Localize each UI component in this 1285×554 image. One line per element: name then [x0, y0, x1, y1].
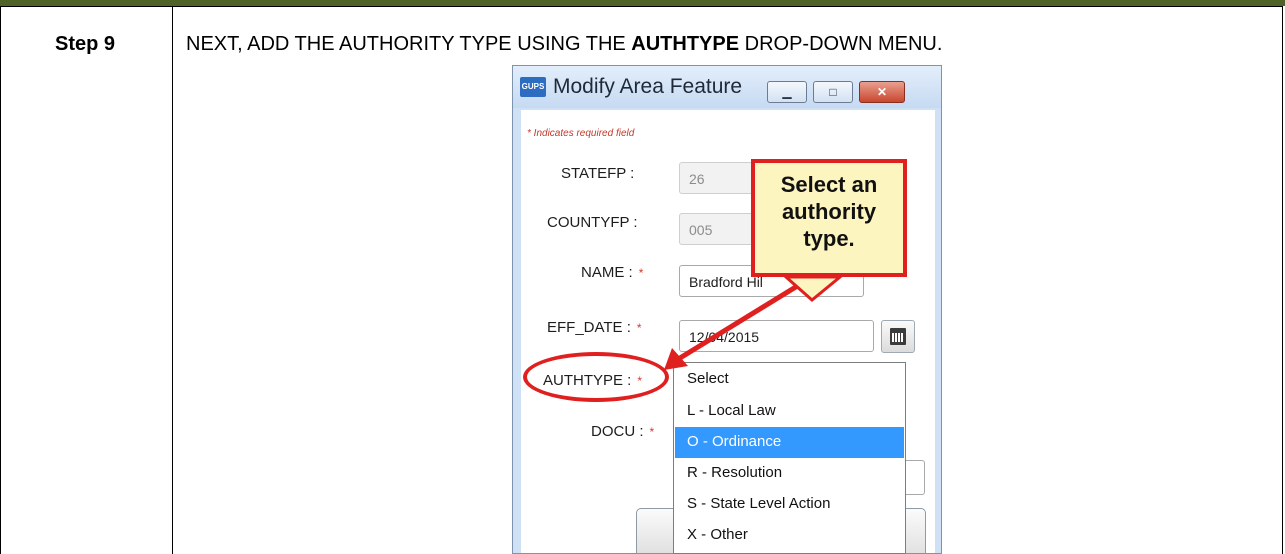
- callout-box: Select an authority type.: [751, 159, 907, 277]
- callout-arrow: [664, 274, 845, 370]
